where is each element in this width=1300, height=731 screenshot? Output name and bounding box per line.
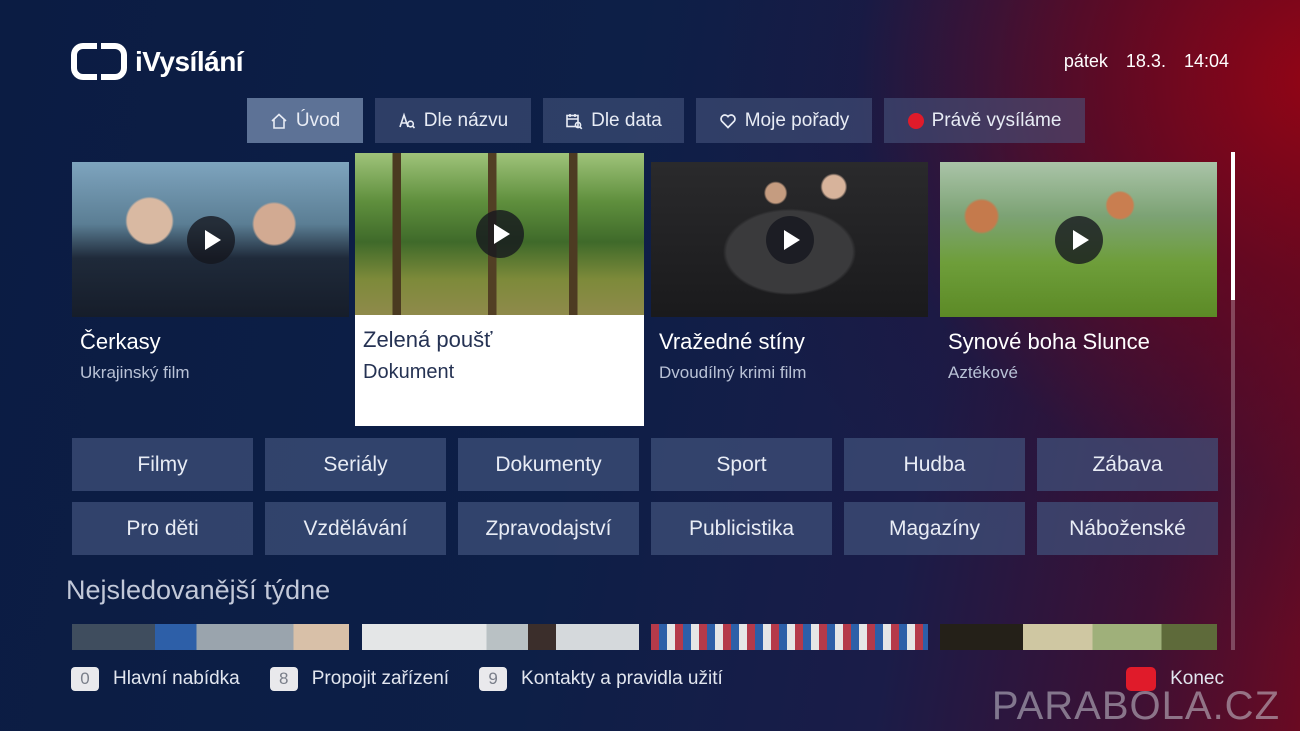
footer-contacts[interactable]: 9 Kontakty a pravidla užití (479, 667, 723, 691)
nav-moje-porady[interactable]: Moje pořady (696, 98, 872, 143)
clock-date: 18.3. (1125, 51, 1166, 71)
featured-card-zelena-poust[interactable]: Zelená poušť Dokument (355, 153, 644, 426)
main-nav: Úvod Dle názvu Dle data Moje pořady Práv… (247, 98, 1085, 143)
category-serialy[interactable]: Seriály (265, 438, 446, 491)
ivysilani-logo: iVysílání (71, 43, 244, 80)
section-title-most-watched: Nejsledovanější týdne (66, 575, 331, 605)
category-zpravodajstvi[interactable]: Zpravodajství (458, 502, 639, 555)
footer-connect-device[interactable]: 8 Propojit zařízení (269, 667, 450, 691)
footer-label: Propojit zařízení (311, 668, 450, 689)
card-thumbnail (72, 162, 349, 317)
live-dot-icon (907, 112, 924, 129)
nav-uvod[interactable]: Úvod (247, 98, 363, 143)
category-pro-deti[interactable]: Pro děti (72, 502, 253, 555)
remote-key-0: 0 (71, 667, 99, 691)
nav-label: Dle názvu (423, 109, 509, 131)
nav-dle-nazvu[interactable]: Dle názvu (375, 98, 531, 143)
scrollbar-thumb[interactable] (1231, 152, 1235, 300)
clock-time: 14:04 (1183, 51, 1229, 71)
heart-icon (719, 113, 736, 129)
card-title: Synové boha Slunce (948, 329, 1150, 354)
logo-text: iVysílání (135, 45, 244, 77)
footer-hints: 0 Hlavní nabídka 8 Propojit zařízení 9 K… (71, 667, 723, 691)
card-thumbnail (355, 153, 644, 315)
play-icon (475, 210, 524, 258)
category-publicistika[interactable]: Publicistika (651, 502, 832, 555)
category-zabava[interactable]: Zábava (1037, 438, 1218, 491)
footer-label: Hlavní nabídka (113, 668, 240, 689)
card-thumbnail (940, 162, 1217, 317)
nav-label: Právě vysíláme (931, 109, 1062, 131)
nav-label: Úvod (295, 109, 341, 131)
category-nabozenske[interactable]: Náboženské (1037, 502, 1218, 555)
clock-day: pátek (1063, 51, 1108, 71)
play-icon (1054, 215, 1103, 264)
most-watched-thumbnail[interactable] (940, 624, 1217, 650)
nav-label: Dle data (591, 109, 662, 131)
footer-main-menu[interactable]: 0 Hlavní nabídka (71, 667, 240, 691)
category-sport[interactable]: Sport (651, 438, 832, 491)
card-title: Zelená poušť (363, 327, 493, 352)
nav-label: Moje pořady (744, 109, 850, 131)
watermark: PARABOLA.CZ (991, 684, 1280, 728)
category-vzdelavani[interactable]: Vzdělávání (265, 502, 446, 555)
search-letter-icon (398, 111, 415, 129)
category-hudba[interactable]: Hudba (844, 438, 1025, 491)
card-subtitle: Dokument (363, 361, 455, 383)
card-subtitle: Aztékové (948, 363, 1018, 382)
home-icon (271, 112, 287, 129)
remote-key-8: 8 (269, 667, 298, 691)
calendar-icon (566, 113, 583, 129)
play-icon (186, 215, 235, 264)
card-thumbnail (651, 162, 928, 317)
footer-label: Kontakty a pravidla užití (521, 668, 723, 689)
card-title: Vražedné stíny (659, 329, 805, 354)
card-title: Čerkasy (80, 329, 161, 354)
category-magaziny[interactable]: Magazíny (844, 502, 1025, 555)
play-icon (765, 215, 814, 264)
scrollbar[interactable] (1231, 152, 1235, 650)
most-watched-thumbnail[interactable] (72, 624, 349, 650)
clock: pátek 18.3. 14:04 (1064, 51, 1229, 72)
category-dokumenty[interactable]: Dokumenty (458, 438, 639, 491)
nav-dle-data[interactable]: Dle data (543, 98, 684, 143)
featured-card-vrazedne-stiny[interactable]: Vražedné stíny Dvoudílný krimi film (651, 162, 928, 383)
nav-prave-vysilame[interactable]: Právě vysíláme (884, 98, 1085, 143)
card-subtitle: Ukrajinský film (80, 363, 190, 382)
featured-card-cerkasy[interactable]: Čerkasy Ukrajinský film (72, 162, 349, 383)
most-watched-thumbnail[interactable] (651, 624, 928, 650)
category-filmy[interactable]: Filmy (72, 438, 253, 491)
ct-logo-icon (71, 43, 127, 80)
featured-card-synove-boha-slunce[interactable]: Synové boha Slunce Aztékové (940, 162, 1217, 383)
remote-key-9: 9 (479, 667, 508, 691)
most-watched-thumbnail[interactable] (362, 624, 639, 650)
card-subtitle: Dvoudílný krimi film (659, 363, 807, 382)
